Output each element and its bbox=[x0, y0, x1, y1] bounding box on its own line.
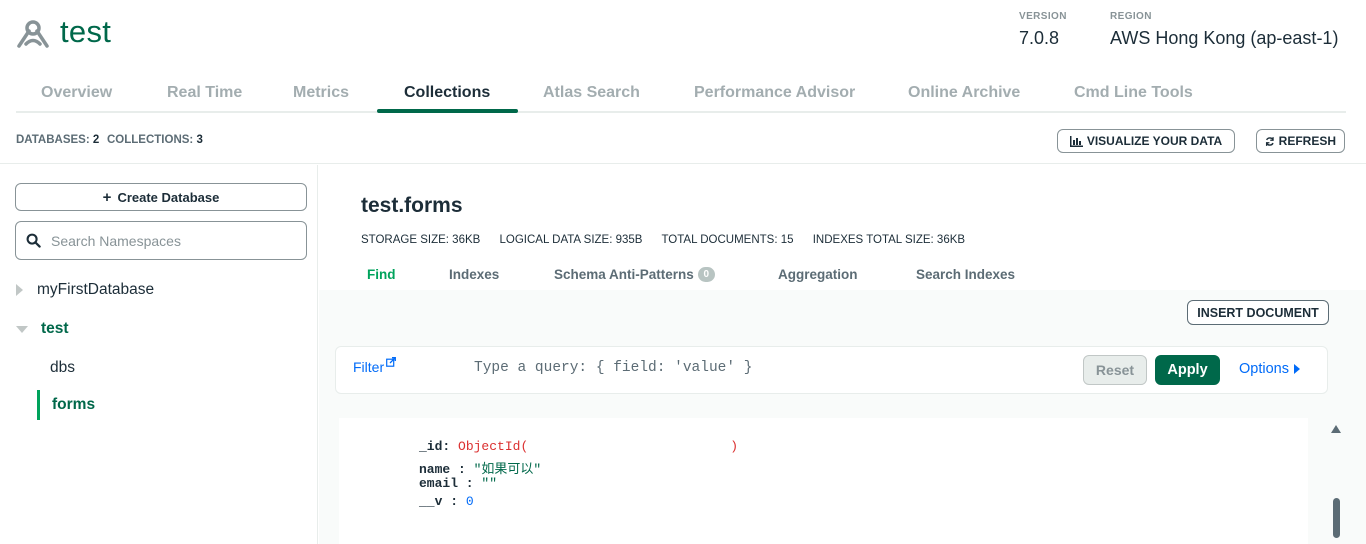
objectid-open: ObjectId( bbox=[458, 439, 529, 454]
version-value: 7.0.8 bbox=[1019, 28, 1060, 48]
field-value: "" bbox=[481, 476, 498, 491]
databases-value: 2 bbox=[92, 134, 100, 146]
subtab-search-indexes[interactable]: Search Indexes bbox=[916, 267, 1015, 282]
version-label: VERSION bbox=[1019, 11, 1067, 22]
field-v: __v : 0 bbox=[419, 494, 474, 509]
storage-size: STORAGE SIZE: 36KB bbox=[361, 234, 481, 246]
apply-button[interactable]: Apply bbox=[1155, 355, 1220, 385]
field-value: 0 bbox=[465, 494, 474, 509]
cluster-header: test VERSION 7.0.8 REGION AWS Hong Kong … bbox=[0, 0, 1366, 70]
field-name: name : "如果可以" bbox=[419, 458, 541, 477]
caret-right-icon bbox=[1293, 364, 1300, 374]
collections-count: COLLECTIONS: 3 bbox=[107, 134, 203, 146]
query-bar: Filter Reset Apply Options bbox=[335, 346, 1328, 394]
indexes-total-size: INDEXES TOTAL SIZE: 36KB bbox=[812, 234, 966, 246]
tab-overview[interactable]: Overview bbox=[41, 84, 112, 102]
field-value: "如果可以" bbox=[473, 462, 542, 477]
databases-label: DATABASES: bbox=[16, 134, 90, 146]
cluster-tabs: Overview Real Time Metrics Collections A… bbox=[16, 78, 1346, 113]
namespace-sidebar: + Create Database myFirstDatabase test d… bbox=[0, 165, 318, 544]
tree-item-label: forms bbox=[52, 396, 96, 413]
tree-item-dbs[interactable]: dbs bbox=[50, 359, 75, 377]
region-value: AWS Hong Kong (ap-east-1) bbox=[1110, 28, 1339, 48]
field-id: _id: ObjectId() bbox=[419, 439, 738, 454]
collection-stats: STORAGE SIZE: 36KB LOGICAL DATA SIZE: 93… bbox=[361, 234, 981, 246]
tree-item-forms[interactable]: forms bbox=[52, 396, 95, 414]
field-email: email : "" bbox=[419, 476, 497, 491]
create-database-button[interactable]: + Create Database bbox=[15, 183, 307, 211]
tab-online-archive[interactable]: Online Archive bbox=[908, 84, 1020, 102]
tree-item-label: myFirstDatabase bbox=[37, 281, 155, 298]
scroll-up-arrow-icon[interactable] bbox=[1331, 425, 1341, 433]
refresh-icon bbox=[1265, 136, 1274, 146]
field-key: __v : bbox=[419, 494, 459, 509]
namespace-stats-bar: DATABASES: 2 COLLECTIONS: 3 VISUALIZE YO… bbox=[0, 121, 1366, 164]
external-link-icon bbox=[386, 357, 397, 367]
tab-real-time[interactable]: Real Time bbox=[167, 84, 242, 102]
field-key: email : bbox=[419, 476, 474, 491]
document-card[interactable]: _id: ObjectId() name : "如果可以" email : ""… bbox=[339, 418, 1308, 544]
documents-view: INSERT DOCUMENT Filter Reset Apply Optio… bbox=[319, 290, 1366, 544]
visualize-data-button[interactable]: VISUALIZE YOUR DATA bbox=[1057, 129, 1235, 153]
field-key: _id: bbox=[419, 439, 451, 454]
search-namespaces-input[interactable] bbox=[51, 232, 291, 249]
search-icon bbox=[26, 233, 41, 248]
subtab-indexes[interactable]: Indexes bbox=[449, 267, 499, 282]
total-documents: TOTAL DOCUMENTS: 15 bbox=[661, 234, 794, 246]
tab-atlas-search[interactable]: Atlas Search bbox=[543, 84, 640, 102]
filter-label: Filter bbox=[353, 359, 385, 375]
collections-label: COLLECTIONS: bbox=[107, 134, 194, 146]
region-label: REGION bbox=[1110, 11, 1152, 22]
options-toggle[interactable]: Options bbox=[1239, 361, 1300, 377]
field-key: name : bbox=[419, 462, 466, 477]
collection-panel: test.forms STORAGE SIZE: 36KB LOGICAL DA… bbox=[319, 165, 1366, 544]
cluster-icon bbox=[17, 20, 49, 48]
count-badge: 0 bbox=[697, 267, 715, 282]
create-database-label: Create Database bbox=[117, 189, 220, 205]
tab-cmd-line-tools[interactable]: Cmd Line Tools bbox=[1074, 84, 1193, 102]
plus-icon: + bbox=[102, 188, 112, 206]
tab-metrics[interactable]: Metrics bbox=[293, 84, 349, 102]
tab-performance-advisor[interactable]: Performance Advisor bbox=[694, 84, 855, 102]
tree-item-myfirstdatabase[interactable]: myFirstDatabase bbox=[16, 281, 154, 299]
region-block: REGION AWS Hong Kong (ap-east-1) bbox=[1110, 11, 1338, 49]
subtab-find[interactable]: Find bbox=[367, 267, 396, 282]
cluster-name: test bbox=[60, 14, 112, 49]
tree-item-label: dbs bbox=[50, 359, 75, 376]
options-label: Options bbox=[1239, 361, 1289, 377]
objectid-close: ) bbox=[730, 439, 739, 454]
filter-link[interactable]: Filter bbox=[353, 357, 397, 375]
insert-document-button[interactable]: INSERT DOCUMENT bbox=[1187, 300, 1329, 325]
chevron-right-icon bbox=[16, 284, 23, 296]
bar-chart-icon bbox=[1069, 135, 1083, 147]
refresh-button[interactable]: REFRESH bbox=[1256, 129, 1345, 153]
collection-title: test.forms bbox=[361, 194, 463, 217]
namespace-search bbox=[15, 221, 307, 260]
version-block: VERSION 7.0.8 bbox=[1019, 11, 1067, 49]
logical-data-size: LOGICAL DATA SIZE: 935B bbox=[499, 234, 643, 246]
subtab-aggregation[interactable]: Aggregation bbox=[778, 267, 858, 282]
subtab-schema-anti-patterns[interactable]: Schema Anti-Patterns 0 bbox=[554, 267, 715, 282]
query-filter-input[interactable] bbox=[474, 360, 1074, 376]
collections-value: 3 bbox=[196, 134, 203, 146]
tree-item-label: test bbox=[41, 320, 69, 337]
subtab-label: Schema Anti-Patterns bbox=[554, 267, 694, 282]
visualize-data-label: VISUALIZE YOUR DATA bbox=[1086, 134, 1223, 148]
selected-collection-indicator bbox=[37, 390, 40, 420]
active-tab-indicator bbox=[377, 109, 518, 113]
scrollbar-thumb[interactable] bbox=[1333, 498, 1340, 538]
tree-item-test[interactable]: test bbox=[16, 320, 69, 338]
tab-collections[interactable]: Collections bbox=[404, 84, 490, 102]
reset-button[interactable]: Reset bbox=[1083, 355, 1147, 385]
refresh-label: REFRESH bbox=[1278, 134, 1336, 148]
chevron-down-icon bbox=[16, 325, 28, 333]
databases-count: DATABASES: 2 bbox=[16, 134, 99, 146]
